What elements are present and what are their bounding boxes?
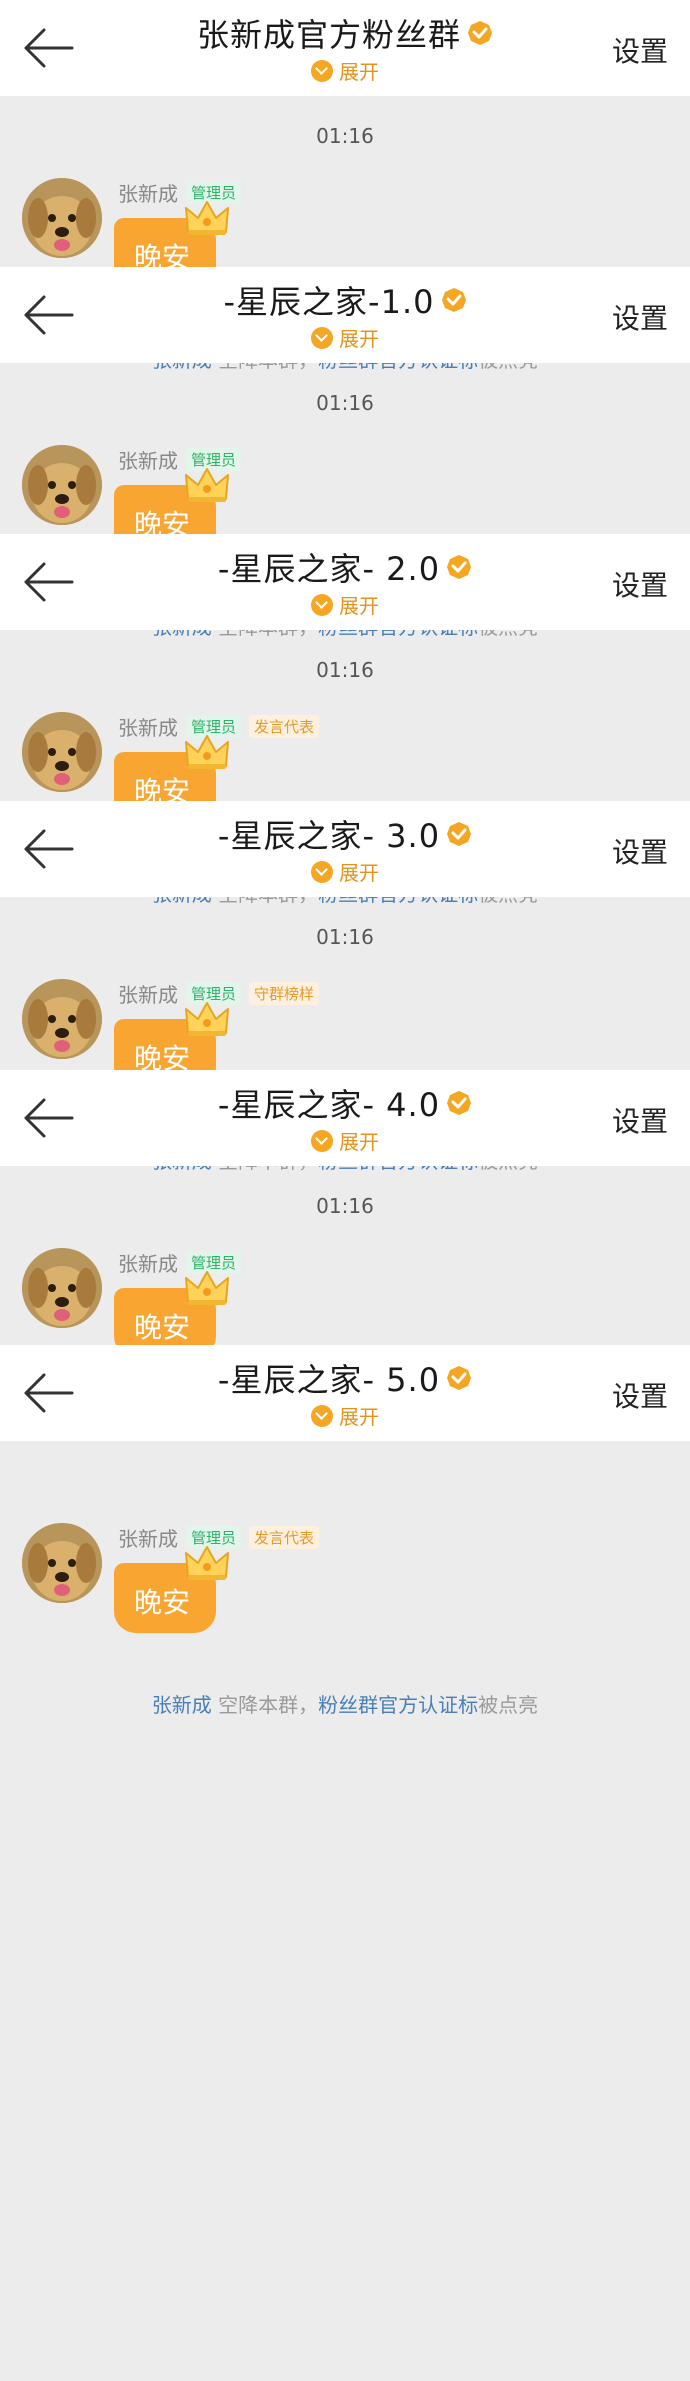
crown-icon bbox=[184, 465, 230, 505]
message-timestamp: 01:16 bbox=[316, 1194, 374, 1218]
expand-toggle[interactable]: 展开 bbox=[0, 1126, 690, 1155]
sender-name[interactable]: 张新成 bbox=[118, 182, 178, 206]
system-action: 空降本群， bbox=[211, 1693, 319, 1717]
expand-label: 展开 bbox=[339, 1130, 379, 1154]
expand-toggle[interactable]: 展开 bbox=[0, 1401, 690, 1430]
expand-label: 展开 bbox=[339, 1405, 379, 1429]
message-timestamp: 01:16 bbox=[316, 658, 374, 682]
crown-icon bbox=[184, 999, 230, 1039]
system-user-link[interactable]: 张新成 bbox=[152, 1693, 212, 1717]
verified-badge-icon bbox=[446, 1090, 472, 1116]
expand-toggle[interactable]: 展开 bbox=[0, 857, 690, 886]
expand-toggle[interactable]: 展开 bbox=[0, 323, 690, 352]
settings-button[interactable]: 设置 bbox=[612, 297, 668, 337]
sender-avatar[interactable] bbox=[22, 1248, 102, 1328]
expand-chevron-icon bbox=[311, 59, 333, 82]
expand-label: 展开 bbox=[339, 327, 379, 351]
verified-badge-icon bbox=[467, 20, 493, 46]
sender-name[interactable]: 张新成 bbox=[118, 716, 178, 740]
crown-icon bbox=[184, 198, 230, 238]
member-title-tag: 发言代表 bbox=[249, 1526, 320, 1549]
sender-name[interactable]: 张新成 bbox=[118, 1252, 178, 1276]
settings-button[interactable]: 设置 bbox=[612, 1100, 668, 1140]
sender-avatar[interactable] bbox=[22, 979, 102, 1059]
settings-button[interactable]: 设置 bbox=[612, 564, 668, 604]
expand-toggle[interactable]: 展开 bbox=[0, 56, 690, 85]
expand-chevron-icon bbox=[311, 593, 333, 616]
group-title: -星辰之家- 5.0 bbox=[217, 1361, 441, 1399]
message-text: 晚安 bbox=[134, 1586, 191, 1619]
verified-badge-icon bbox=[446, 821, 472, 847]
system-suffix: 被点亮 bbox=[478, 1693, 539, 1717]
group-title: -星辰之家- 4.0 bbox=[217, 1086, 441, 1124]
chat-header: -星辰之家- 2.0 展开 设置 bbox=[0, 534, 690, 630]
verified-badge-icon bbox=[446, 1365, 472, 1391]
chat-header: -星辰之家- 5.0 展开 设置 bbox=[0, 1345, 690, 1441]
sender-avatar[interactable] bbox=[22, 1523, 102, 1603]
chat-header: 张新成官方粉丝群展开 设置 bbox=[0, 0, 690, 96]
expand-chevron-icon bbox=[311, 1129, 333, 1152]
group-title-row[interactable]: -星辰之家- 5.0 bbox=[0, 1355, 690, 1401]
sender-name[interactable]: 张新成 bbox=[118, 1527, 178, 1551]
system-message: 张新成 空降本群，粉丝群官方认证标被点亮 bbox=[0, 1689, 690, 1718]
group-title: -星辰之家- 3.0 bbox=[217, 817, 441, 855]
sender-avatar[interactable] bbox=[22, 712, 102, 792]
group-title: 张新成官方粉丝群 bbox=[196, 16, 461, 54]
sender-avatar[interactable] bbox=[22, 178, 102, 258]
expand-label: 展开 bbox=[339, 594, 379, 618]
member-title-tag: 守群榜样 bbox=[249, 982, 320, 1005]
settings-button[interactable]: 设置 bbox=[612, 30, 668, 70]
chat-header: -星辰之家- 3.0 展开 设置 bbox=[0, 801, 690, 897]
sender-avatar[interactable] bbox=[22, 445, 102, 525]
group-title-row[interactable]: -星辰之家- 3.0 bbox=[0, 811, 690, 857]
crown-icon bbox=[184, 1543, 230, 1583]
message-timestamp: 01:16 bbox=[316, 391, 374, 415]
sender-name[interactable]: 张新成 bbox=[118, 449, 178, 473]
group-title: -星辰之家- 2.0 bbox=[217, 550, 441, 588]
expand-chevron-icon bbox=[311, 1404, 333, 1427]
message-timestamp: 01:16 bbox=[316, 925, 374, 949]
group-title-row[interactable]: 张新成官方粉丝群 bbox=[0, 10, 690, 56]
settings-button[interactable]: 设置 bbox=[612, 831, 668, 871]
expand-label: 展开 bbox=[339, 861, 379, 885]
message-timestamp: 01:16 bbox=[316, 124, 374, 148]
verified-badge-icon bbox=[446, 554, 472, 580]
screenshot-collage: 张新成官方粉丝群展开设置01:16张新成管理员晚安张新成 空降本群，粉丝群官方认… bbox=[0, 0, 690, 2381]
expand-label: 展开 bbox=[339, 60, 379, 84]
expand-chevron-icon bbox=[311, 860, 333, 883]
group-title-row[interactable]: -星辰之家- 4.0 bbox=[0, 1080, 690, 1126]
group-title-row[interactable]: -星辰之家- 2.0 bbox=[0, 544, 690, 590]
expand-toggle[interactable]: 展开 bbox=[0, 590, 690, 619]
message-text: 晚安 bbox=[134, 1311, 191, 1344]
crown-icon bbox=[184, 1268, 230, 1308]
chat-header: -星辰之家-1.0 展开 设置 bbox=[0, 267, 690, 363]
sender-name[interactable]: 张新成 bbox=[118, 983, 178, 1007]
system-badge-link[interactable]: 粉丝群官方认证标 bbox=[318, 1693, 478, 1717]
verified-badge-icon bbox=[441, 287, 467, 313]
settings-button[interactable]: 设置 bbox=[612, 1375, 668, 1415]
crown-icon bbox=[184, 732, 230, 772]
group-title: -星辰之家-1.0 bbox=[223, 283, 435, 321]
expand-chevron-icon bbox=[311, 326, 333, 349]
group-title-row[interactable]: -星辰之家-1.0 bbox=[0, 277, 690, 323]
chat-header: -星辰之家- 4.0 展开 设置 bbox=[0, 1070, 690, 1166]
member-title-tag: 发言代表 bbox=[249, 715, 320, 738]
